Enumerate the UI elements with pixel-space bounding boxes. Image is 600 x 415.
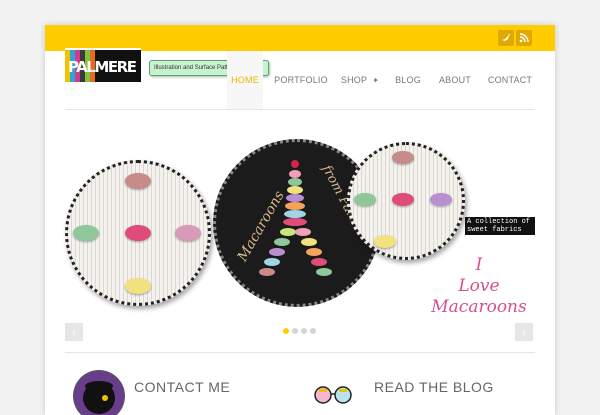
macaron-fabric-circle-left [65, 160, 211, 306]
nav-about[interactable]: ABOUT [435, 51, 475, 109]
macaron [392, 151, 414, 164]
read-the-blog-heading[interactable]: READ THE BLOG [374, 379, 494, 395]
nav-shop[interactable]: SHOP ✦ [339, 51, 381, 109]
macaron [354, 193, 376, 206]
header-divider [65, 109, 535, 110]
nav-portfolio[interactable]: PORTFOLIO [273, 51, 329, 109]
sunglasses-icon [313, 385, 353, 405]
macaron [125, 278, 151, 294]
slider-next-button[interactable]: › [515, 323, 533, 341]
macaron [175, 225, 201, 241]
slider-dot[interactable] [301, 328, 307, 334]
macaron [125, 173, 151, 189]
twitter-icon[interactable] [498, 30, 514, 46]
macaron-fabric-circle-right [347, 142, 465, 260]
site-logo[interactable]: PALMERE [65, 48, 141, 84]
macaron [374, 235, 396, 248]
contact-me-heading[interactable]: CONTACT ME [134, 379, 230, 395]
nav-blog[interactable]: BLOG [391, 51, 425, 109]
nav-contact[interactable]: CONTACT [485, 51, 535, 109]
slider-prev-button[interactable]: ‹ [65, 323, 83, 341]
contact-avatar [73, 370, 125, 415]
love-macaroons-text: I Love Macaroons [431, 255, 527, 317]
dropdown-icon: ✦ [372, 75, 380, 85]
rss-icon[interactable] [516, 30, 532, 46]
collection-badge: A collection of sweet fabrics [465, 217, 535, 235]
page-container: PALMERE Illustration and Surface Pattern… [45, 25, 555, 415]
macaron [125, 225, 151, 241]
logo-text: PALMERE [68, 58, 138, 76]
macaron [73, 225, 99, 241]
slider-dot[interactable] [310, 328, 316, 334]
nav-home[interactable]: HOME [227, 51, 263, 110]
hero-slider: Macaroons from Paris A collection of swe… [65, 137, 535, 317]
macaron [430, 193, 452, 206]
macaron [392, 193, 414, 206]
slider-dot[interactable] [283, 328, 289, 334]
slider-dot[interactable] [292, 328, 298, 334]
content-divider [65, 352, 535, 353]
